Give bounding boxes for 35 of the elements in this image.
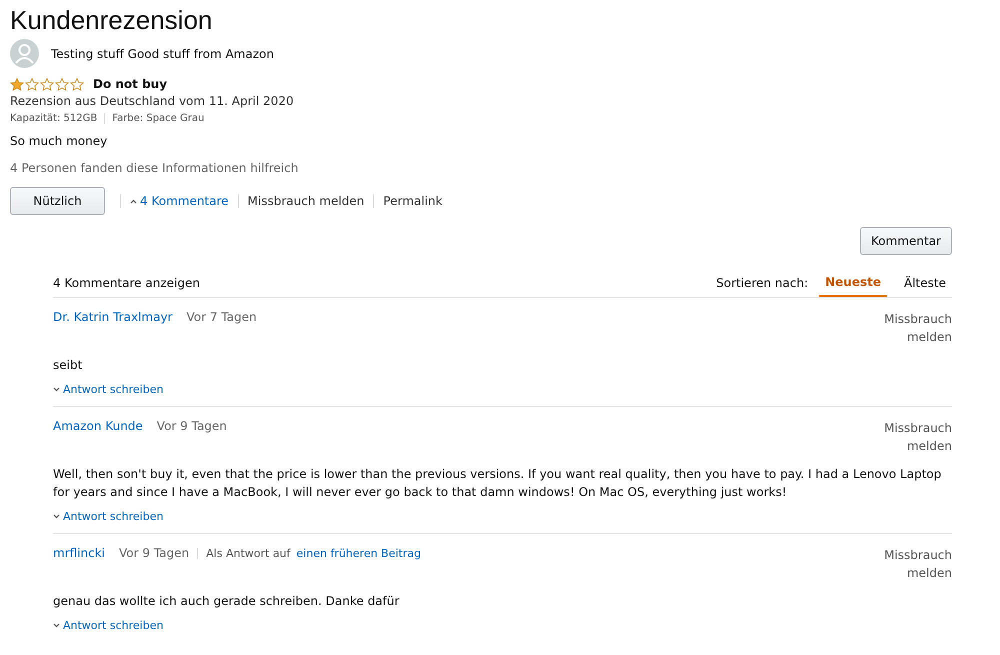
- report-link[interactable]: Missbrauch melden: [882, 419, 952, 455]
- product-attribute: Kapazität: 512GB: [10, 113, 98, 124]
- report-link[interactable]: Missbrauch melden: [882, 310, 952, 346]
- comment-body: Well, then son't buy it, even that the price is lower than the previous versions. If you want real quality, then you have to pay. I had a Lenovo Laptop for years and since I have a MacBook, I will never ever go back to that damn windows! On Mac OS, everything just works!: [53, 466, 942, 501]
- comment-age: Vor 7 Tagen: [186, 310, 257, 324]
- page-title: Kundenrezension: [10, 4, 214, 36]
- report-link[interactable]: Missbrauch melden: [248, 194, 364, 208]
- sort-tab[interactable]: Neueste: [819, 269, 888, 297]
- comment-body: genau das wollte ich auch gerade schreiben. Danke dafür: [53, 593, 400, 610]
- comment-author[interactable]: Amazon Kunde: [53, 419, 143, 433]
- comment-body: seibt: [53, 357, 84, 374]
- in-reply-label: Als Antwort auf: [206, 546, 290, 560]
- comment-author[interactable]: mrflincki: [53, 546, 106, 560]
- comment-author[interactable]: Dr. Katrin Traxlmayr: [53, 310, 172, 324]
- caret-icon: [130, 198, 137, 204]
- review-body: So much money: [10, 134, 108, 148]
- comment-age: Vor 9 Tagen: [156, 419, 227, 433]
- sort-tab[interactable]: Älteste: [898, 269, 952, 297]
- comments-heading: 4 Kommentare anzeigen: [53, 276, 200, 290]
- review-date: Rezension aus Deutschland vom 11. April 2020: [10, 94, 295, 108]
- helpful-count: 4 Personen fanden diese Informationen hilfreich: [10, 161, 300, 175]
- avatar-icon: [10, 39, 39, 68]
- report-link[interactable]: Missbrauch melden: [882, 546, 952, 582]
- helpful-button[interactable]: Nützlich: [10, 187, 105, 215]
- product-attribute: Farbe: Space Grau: [112, 113, 204, 124]
- permalink-link[interactable]: Permalink: [383, 194, 442, 208]
- in-reply-link[interactable]: einen früheren Beitrag: [296, 546, 421, 560]
- caret-icon: [53, 623, 60, 628]
- reviewer-name: Testing stuff Good stuff from Amazon: [51, 46, 274, 60]
- caret-icon: [53, 387, 60, 392]
- comment-age: Vor 9 Tagen: [119, 546, 190, 560]
- sort-label: Sortieren nach:: [716, 276, 808, 290]
- caret-icon: [53, 514, 60, 519]
- review-headline: Do not buy: [93, 77, 168, 91]
- comment-button[interactable]: Kommentar: [860, 227, 952, 255]
